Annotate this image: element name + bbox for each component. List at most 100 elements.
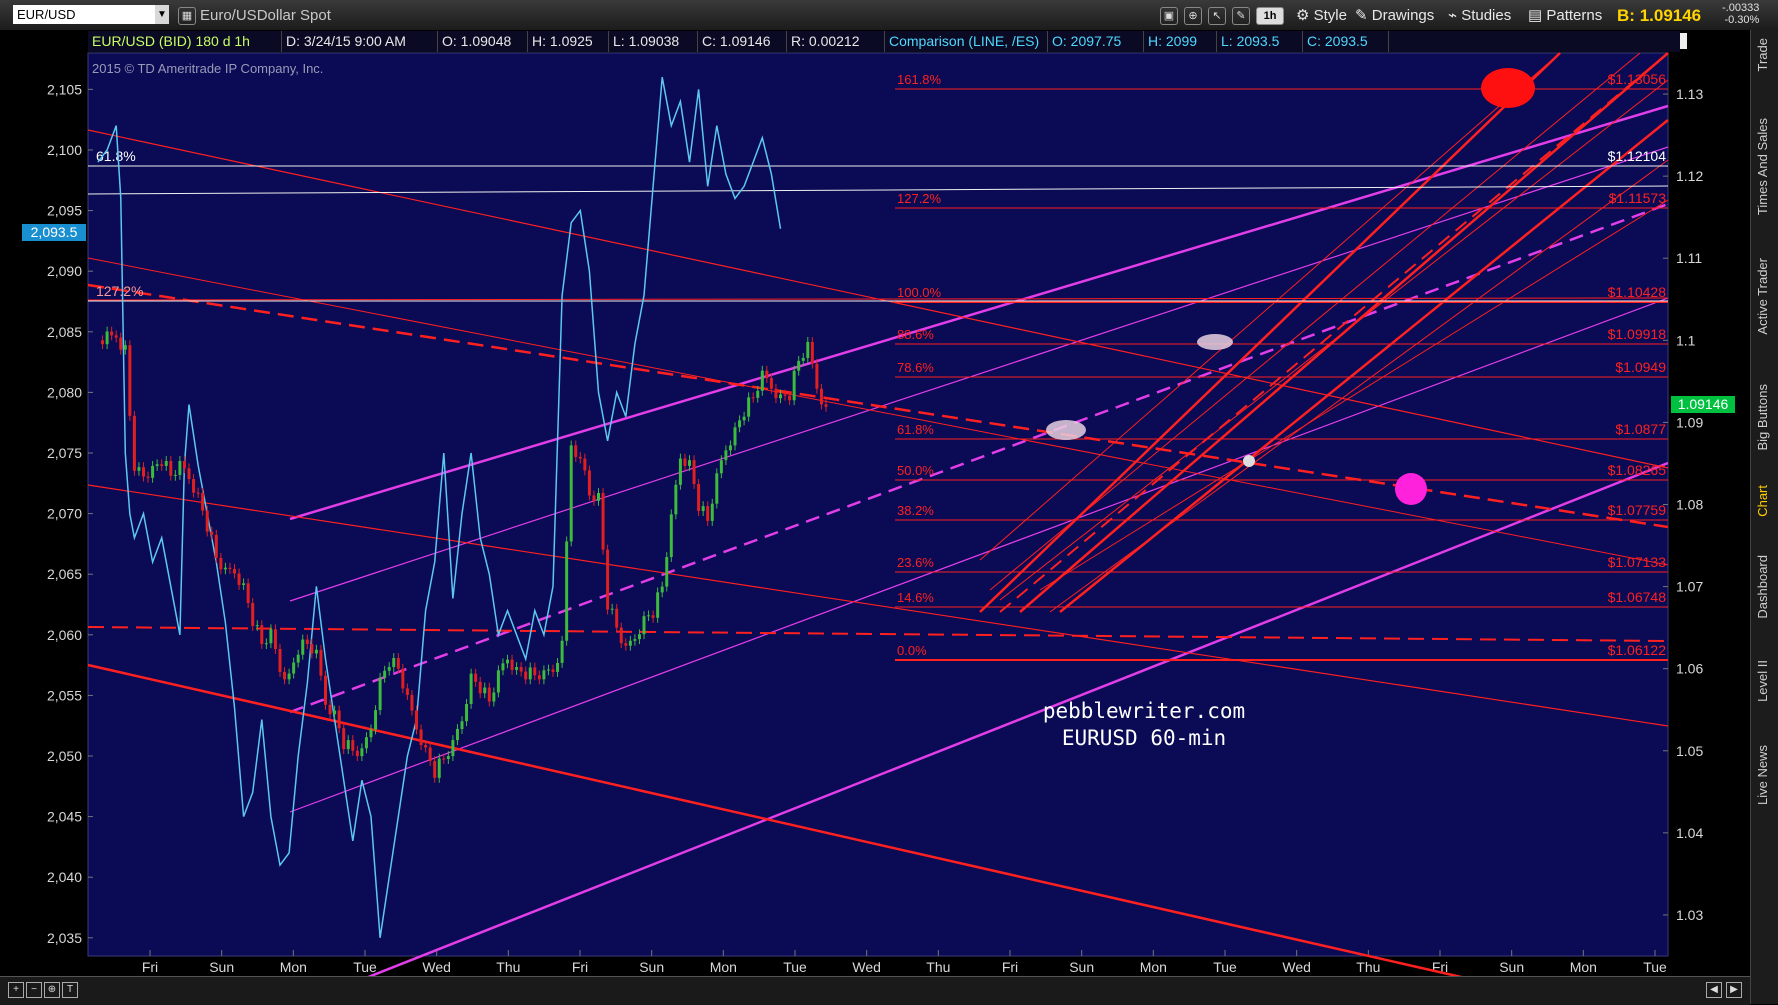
- chart-plot[interactable]: 2,105 2,100 2,095 2,090 2,085 2,080 2,075 2,070…: [0, 0, 1750, 976]
- left-axis-tick-label: 2,035: [47, 930, 82, 946]
- candle-body: [142, 467, 145, 477]
- candle-body: [392, 658, 396, 668]
- candle-body: [619, 627, 623, 644]
- candle-body: [692, 460, 696, 484]
- candle-body: [733, 427, 737, 446]
- left-axis-tick-label: 2,100: [47, 142, 82, 158]
- highlight-ellipse: [1197, 334, 1233, 350]
- zoom-in-icon[interactable]: +: [8, 982, 24, 998]
- candle-body: [779, 394, 782, 399]
- sidebar-tab-times-and-sales[interactable]: Times And Sales: [1755, 118, 1770, 215]
- candle-body: [801, 357, 805, 361]
- x-axis-tick-label: Sun: [1069, 959, 1094, 975]
- candle-body: [246, 583, 250, 604]
- candle-body: [146, 476, 150, 478]
- candle-body: [792, 370, 796, 401]
- candle-body: [501, 663, 505, 671]
- candle-body: [233, 568, 236, 574]
- candle-body: [515, 667, 519, 670]
- sidebar-tab-dashboard[interactable]: Dashboard: [1755, 555, 1770, 619]
- candle-body: [492, 692, 496, 702]
- white-level-pct: 127.2%: [96, 283, 143, 299]
- fib-level-pct: 100.0%: [897, 285, 942, 300]
- candle-body: [255, 625, 259, 627]
- x-axis-tick-label: Sun: [209, 959, 234, 975]
- candle-body: [169, 460, 173, 476]
- candle-body: [264, 643, 268, 645]
- watermark-text: EURUSD 60-min: [1062, 726, 1226, 750]
- fib-level-pct: 61.8%: [897, 422, 934, 437]
- candle-body: [223, 567, 227, 570]
- x-axis-tick-label: Tue: [783, 959, 807, 975]
- close-label: C: 1.09146: [698, 31, 787, 52]
- candle-body: [819, 388, 823, 405]
- candle-body: [506, 659, 509, 664]
- candle-body: [110, 331, 114, 336]
- candle-body: [810, 341, 814, 364]
- right-axis-tick-label: 1.06: [1676, 661, 1703, 677]
- candle-body: [187, 468, 191, 480]
- candle-body: [574, 445, 578, 457]
- candle-body: [528, 667, 532, 680]
- fib-level-pct: 127.2%: [897, 191, 942, 206]
- scroll-right-icon[interactable]: ▶: [1726, 982, 1742, 998]
- candle-body: [551, 669, 555, 672]
- candle-body: [242, 583, 246, 585]
- candle-body: [419, 729, 423, 746]
- candle-body: [119, 337, 123, 350]
- chart-header: EUR/USD (BID) 180 d 1h D: 3/24/15 9:00 A…: [88, 31, 1680, 52]
- candle-body: [342, 728, 346, 750]
- candle-body: [105, 331, 109, 345]
- candle-body: [314, 649, 318, 654]
- candle-body: [628, 640, 632, 646]
- candle-body: [455, 729, 459, 741]
- candle-body: [742, 416, 746, 421]
- sidebar-tab-chart[interactable]: Chart: [1755, 485, 1770, 517]
- candle-body: [123, 345, 127, 350]
- highlight-ellipse: [1046, 420, 1086, 440]
- text-tool-icon[interactable]: T: [62, 982, 78, 998]
- candle-body: [182, 460, 186, 469]
- candle-body: [474, 673, 478, 682]
- candle-body: [260, 625, 264, 645]
- watermark-text: pebblewriter.com: [1043, 699, 1245, 723]
- candle-body: [674, 484, 678, 515]
- candle-body: [487, 687, 491, 702]
- candle-body: [469, 673, 473, 704]
- fib-level-price: $1.06748: [1608, 589, 1667, 605]
- sidebar-tab-active-trader[interactable]: Active Trader: [1755, 258, 1770, 335]
- candle-body: [706, 506, 710, 521]
- sidebar-tab-level-ii[interactable]: Level II: [1755, 660, 1770, 702]
- sidebar-tab-live-news[interactable]: Live News: [1755, 745, 1770, 805]
- scroll-left-icon[interactable]: ◀: [1706, 982, 1722, 998]
- candle-body: [128, 345, 132, 416]
- sidebar-tab-trade[interactable]: Trade: [1755, 38, 1770, 71]
- candle-body: [137, 467, 141, 471]
- left-axis-tick-label: 2,045: [47, 809, 82, 825]
- candle-body: [651, 615, 655, 618]
- candle-body: [496, 670, 500, 693]
- right-axis-tick-label: 1.1: [1676, 332, 1696, 348]
- candle-body: [460, 721, 464, 730]
- left-axis-tick-label: 2,075: [47, 445, 82, 461]
- zoom-fit-icon[interactable]: ⊕: [44, 982, 60, 998]
- x-axis-tick-label: Mon: [710, 959, 737, 975]
- candle-body: [478, 681, 482, 694]
- candle-body: [151, 465, 155, 478]
- candle-body: [560, 640, 564, 663]
- x-axis-tick-label: Sun: [639, 959, 664, 975]
- candle-body: [328, 704, 332, 715]
- low-label: L: 1.09038: [609, 31, 698, 52]
- x-axis-tick-label: Sun: [1499, 959, 1524, 975]
- zoom-out-icon[interactable]: −: [26, 982, 42, 998]
- sidebar-tab-big-buttons[interactable]: Big Buttons: [1755, 384, 1770, 451]
- candle-body: [524, 671, 528, 680]
- candle-body: [310, 644, 314, 654]
- candle-body: [237, 573, 241, 585]
- candle-body: [715, 473, 719, 504]
- candle-body: [437, 758, 441, 778]
- candle-body: [738, 420, 742, 428]
- candle-body: [219, 557, 223, 570]
- candle-body: [305, 639, 309, 645]
- right-current-value-label: 1.09146: [1678, 396, 1729, 412]
